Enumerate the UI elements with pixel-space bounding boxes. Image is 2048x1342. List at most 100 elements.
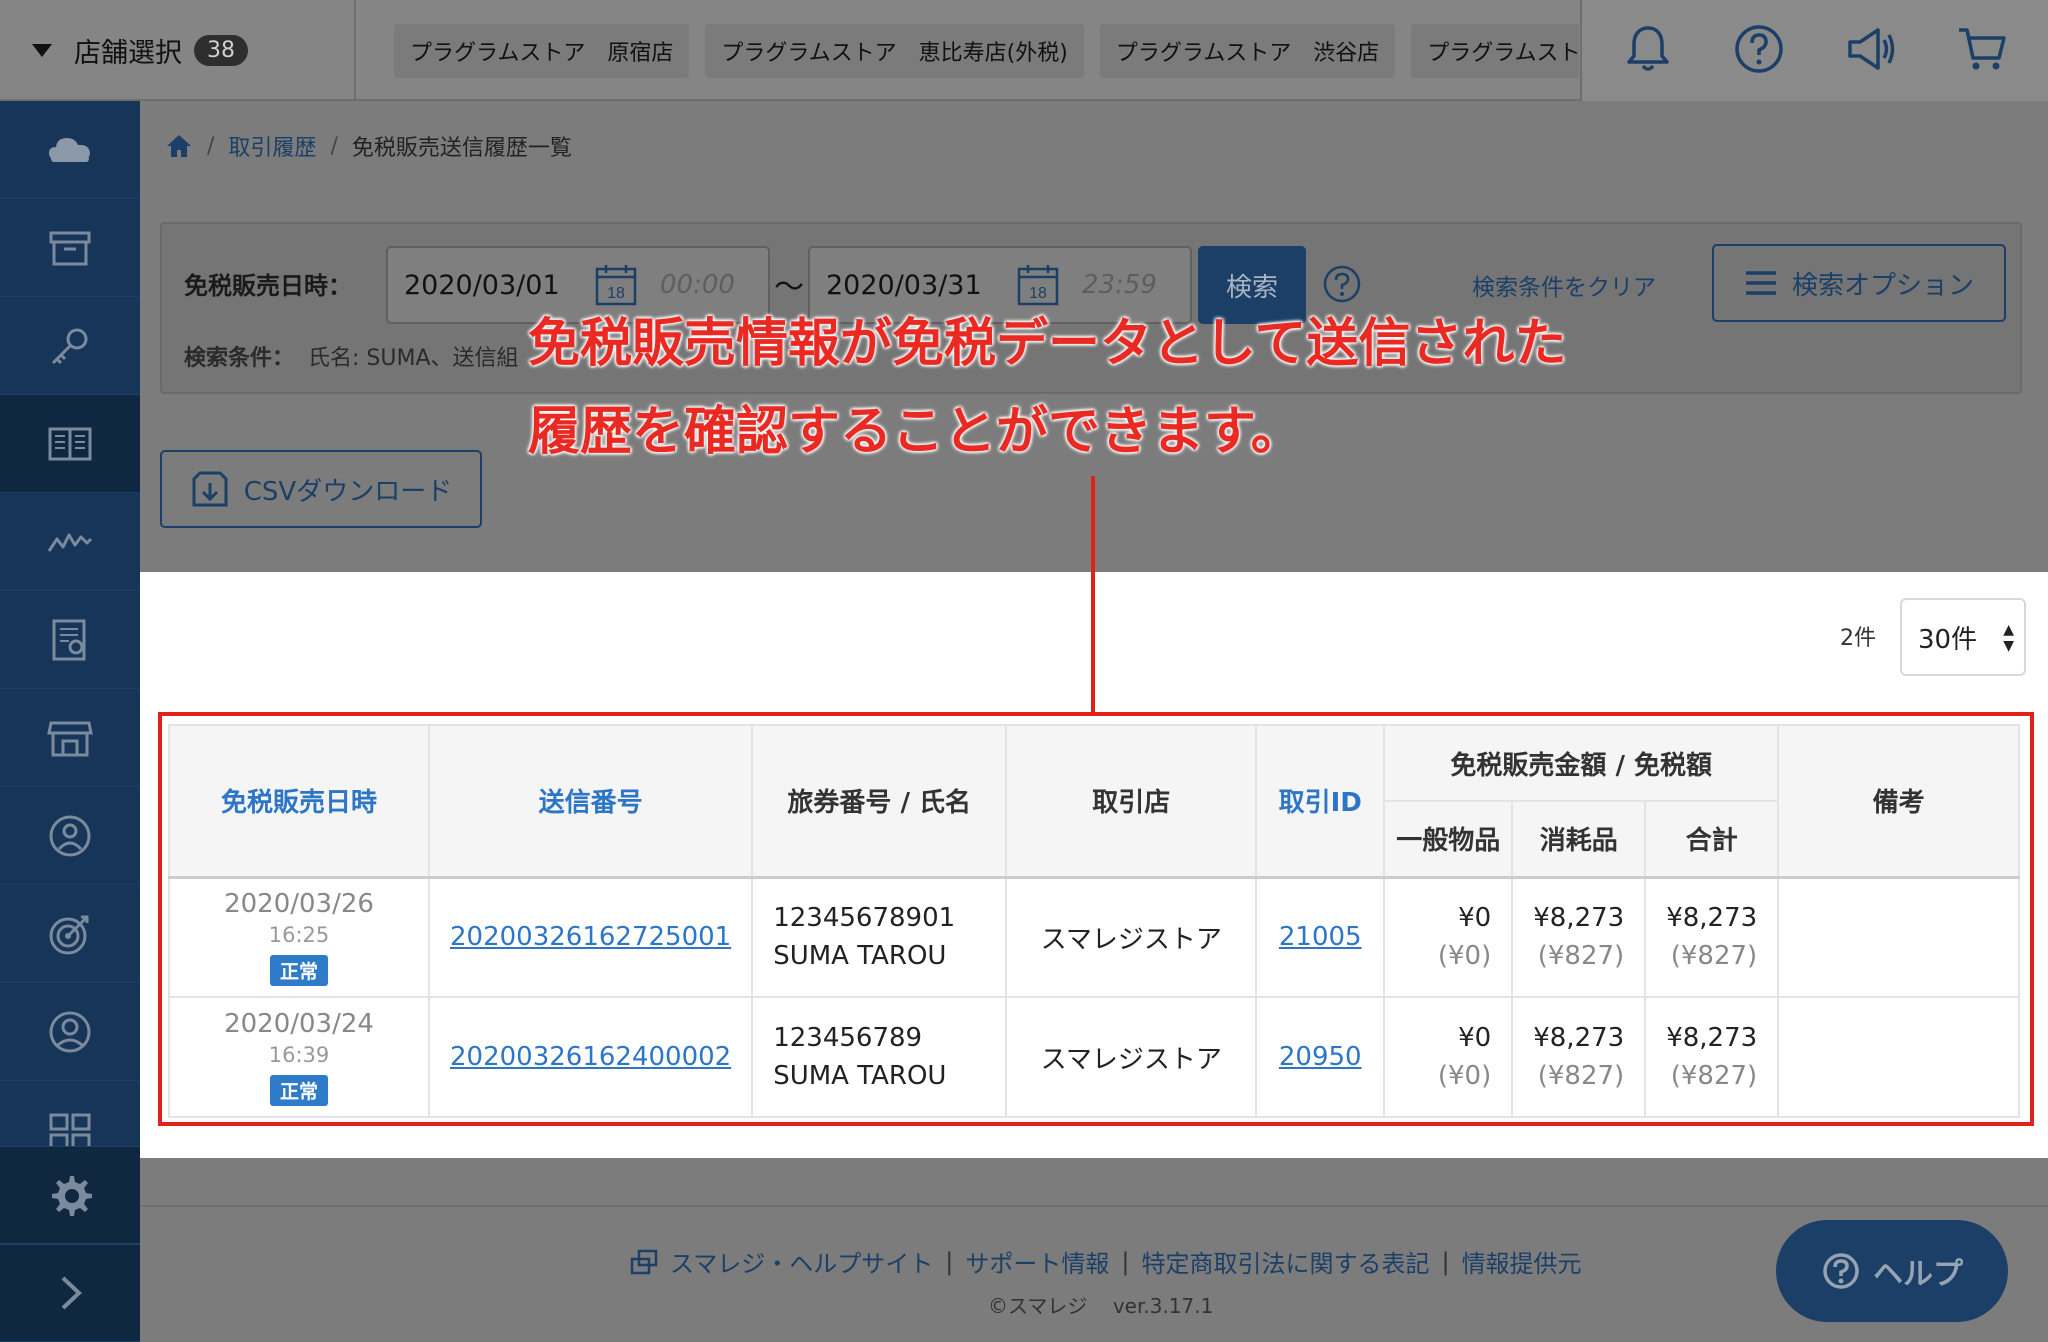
megaphone-icon[interactable] — [1844, 22, 1898, 80]
bell-icon[interactable] — [1621, 22, 1675, 80]
column-header-note: 備考 — [1777, 724, 2020, 878]
column-header-date[interactable]: 免税販売日時 — [168, 724, 430, 878]
table-row: 2020/03/24 16:39 正常 20200326162400002 12… — [168, 996, 2020, 1118]
status-badge: 正常 — [269, 954, 328, 986]
csv-download-label: CSVダウンロード — [243, 476, 453, 507]
target-icon — [49, 915, 89, 954]
sidebar-item-transactions[interactable] — [0, 395, 140, 493]
cell-tx-id: 20950 — [1255, 996, 1386, 1118]
breadcrumb-link-transactions[interactable]: 取引履歴 — [228, 130, 316, 162]
sidebar-item-customers[interactable] — [0, 983, 140, 1081]
help-circle-icon[interactable] — [1322, 264, 1362, 304]
question-icon[interactable] — [1732, 22, 1786, 80]
per-page-value: 30件 — [1918, 624, 1978, 655]
footer-link-help-site[interactable]: スマレジ・ヘルプサイト — [670, 1244, 933, 1279]
tx-id-link[interactable]: 21005 — [1279, 922, 1362, 952]
footer-separator: | — [945, 1247, 954, 1276]
breadcrumb-separator: / — [330, 133, 338, 159]
annotation-text: 免税販売情報が免税データとして送信された 履歴を確認することができます。 — [528, 300, 1566, 476]
top-bar: 店舗選択 38 プラグラムストア 原宿店 プラグラムストア 恵比寿店(外税) プ… — [0, 0, 2048, 101]
sidebar-item-marketing[interactable] — [0, 885, 140, 983]
store-tab[interactable]: プラグラムストア 原宿店 — [394, 24, 690, 78]
tx-id-link[interactable]: 20950 — [1279, 1042, 1362, 1072]
tax-free-history-table: 免税販売日時 送信番号 旅券番号 / 氏名 取引店 取引ID 免税販売金額 / … — [168, 724, 2020, 1118]
date-to-value: 2020/03/31 — [826, 269, 982, 301]
sidebar-expand[interactable] — [0, 1244, 140, 1342]
sidebar-item-analytics[interactable] — [0, 493, 140, 591]
gear-icon — [52, 1176, 92, 1216]
cell-date: 2020/03/26 16:25 正常 — [168, 876, 430, 998]
cell-note — [1777, 876, 2020, 998]
cell-total: ¥8,273 (¥827) — [1644, 996, 1780, 1118]
sidebar-item-products[interactable] — [0, 199, 140, 297]
cloud-icon — [49, 137, 90, 162]
time-from-value[interactable]: 00:00 — [660, 270, 735, 300]
per-page-select[interactable]: 30件 ▲ ▼ — [1900, 598, 2026, 676]
caret-down-icon — [32, 44, 52, 57]
cell-passport: 123456789 SUMA TAROU — [751, 996, 1008, 1118]
key-icon — [51, 328, 88, 364]
sidebar-item-stores[interactable] — [0, 689, 140, 787]
help-button-label: ヘルプ — [1873, 1257, 1963, 1292]
cell-passport: 12345678901 SUMA TAROU — [751, 876, 1008, 998]
store-icon — [47, 721, 93, 756]
store-tab[interactable]: プラグラムストア — [1411, 24, 1579, 78]
cell-date: 2020/03/24 16:39 正常 — [168, 996, 430, 1118]
column-header-tx-id[interactable]: 取引ID — [1255, 724, 1386, 878]
cart-icon[interactable] — [1955, 22, 2009, 80]
table-row: 2020/03/26 16:25 正常 20200326162725001 12… — [168, 876, 2020, 998]
date-from-value: 2020/03/01 — [404, 269, 560, 301]
footer-link-legal[interactable]: 特定商取引法に関する表記 — [1141, 1244, 1429, 1279]
sidebar-item-staff[interactable] — [0, 787, 140, 885]
search-date-label: 免税販売日時： — [184, 272, 352, 300]
breadcrumb: / 取引履歴 / 免税販売送信履歴一覧 — [165, 130, 572, 162]
cell-send-no: 20200326162725001 — [427, 876, 754, 998]
annotation-line-2: 履歴を確認することができます。 — [528, 402, 1303, 462]
search-options-button[interactable]: 検索オプション — [1712, 244, 2006, 322]
question-icon — [1823, 1253, 1859, 1289]
cell-send-no: 20200326162400002 — [427, 996, 754, 1118]
sidebar-item-settings-key[interactable] — [0, 297, 140, 395]
store-select-dropdown[interactable]: 店舗選択 38 — [0, 0, 356, 101]
version: ver.3.17.1 — [1112, 1294, 1214, 1318]
footer-divider — [140, 1205, 2048, 1207]
copyright: ©スマレジ ver.3.17.1 — [988, 1294, 1214, 1318]
cell-store: スマレジストア — [1005, 996, 1258, 1118]
time-to-value[interactable]: 23:59 — [1082, 270, 1157, 300]
sidebar-item-home[interactable] — [0, 101, 140, 199]
result-count: 2件 — [1840, 626, 1876, 651]
footer-link-info[interactable]: 情報提供元 — [1462, 1244, 1582, 1279]
send-no-link[interactable]: 20200326162400002 — [450, 1042, 731, 1072]
search-options-label: 検索オプション — [1791, 270, 1974, 301]
cell-general: ¥0 (¥0) — [1383, 996, 1514, 1118]
annotation-line-1: 免税販売情報が免税データとして送信された — [528, 314, 1567, 374]
conditions-value: 氏名: SUMA、送信組 — [308, 346, 519, 371]
clear-conditions-link[interactable]: 検索条件をクリア — [1472, 268, 1656, 302]
person-icon — [49, 1011, 91, 1052]
send-no-link[interactable]: 20200326162725001 — [450, 922, 731, 952]
csv-download-button[interactable]: CSVダウンロード — [160, 450, 482, 528]
cell-tx-id: 21005 — [1255, 876, 1386, 998]
store-count-badge: 38 — [194, 35, 248, 66]
footer-separator: | — [1121, 1247, 1130, 1276]
column-header-send-no[interactable]: 送信番号 — [427, 724, 754, 878]
sidebar — [0, 101, 140, 1342]
store-select-label: 店舗選択 — [74, 38, 182, 69]
sidebar-item-reports[interactable] — [0, 591, 140, 689]
help-button[interactable]: ヘルプ — [1776, 1220, 2008, 1322]
cell-total: ¥8,273 (¥827) — [1644, 876, 1780, 998]
column-header-consumable: 消耗品 — [1511, 800, 1647, 878]
cell-consumable: ¥8,273 (¥827) — [1511, 876, 1647, 998]
user-icon — [49, 815, 91, 856]
column-header-store: 取引店 — [1005, 724, 1258, 878]
book-icon — [48, 427, 92, 460]
report-icon — [52, 619, 86, 660]
footer-link-support[interactable]: サポート情報 — [965, 1244, 1109, 1279]
cell-store: スマレジストア — [1005, 876, 1258, 998]
sidebar-item-settings[interactable] — [0, 1146, 140, 1244]
menu-icon — [1745, 271, 1776, 295]
home-icon[interactable] — [165, 133, 193, 159]
store-tab[interactable]: プラグラムストア 渋谷店 — [1099, 24, 1396, 78]
select-arrows-icon: ▲ ▼ — [2003, 622, 2014, 654]
store-tab[interactable]: プラグラムストア 恵比寿店(外税) — [705, 24, 1084, 78]
